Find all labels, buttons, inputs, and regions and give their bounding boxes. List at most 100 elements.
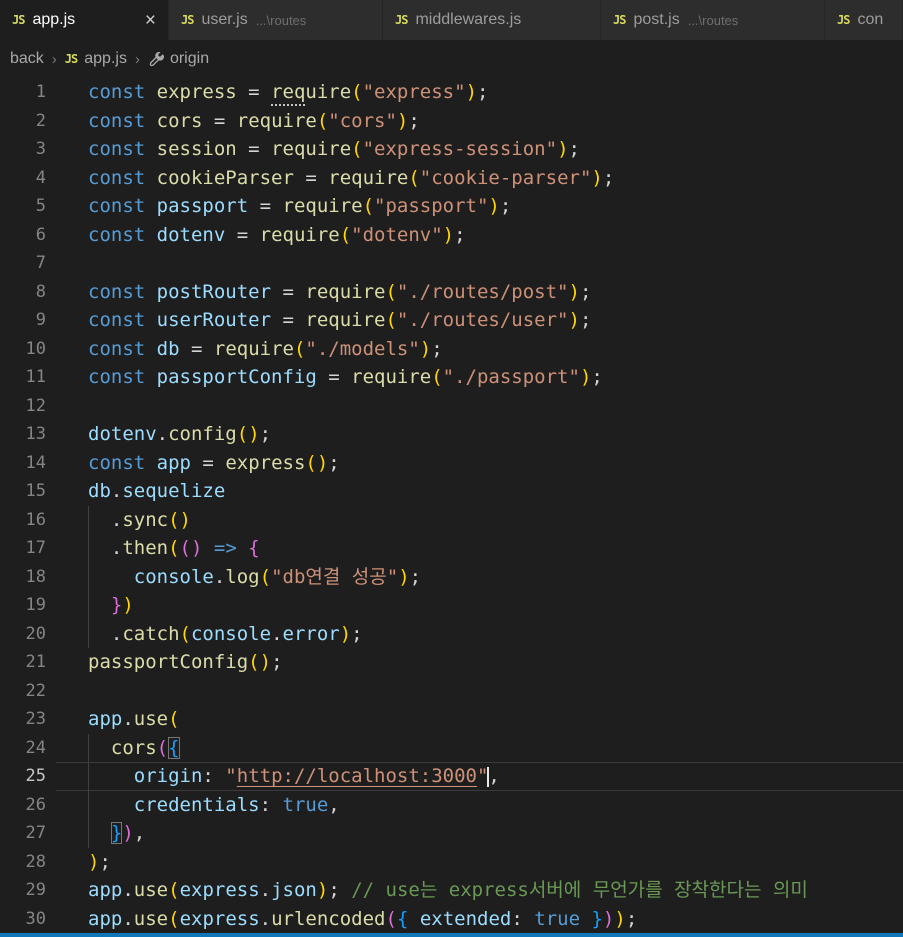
code-token: ) <box>579 366 592 388</box>
code-token: ; <box>431 337 443 360</box>
code-token: const <box>88 138 146 160</box>
code-token: ; <box>568 138 580 160</box>
breadcrumb-item-back[interactable]: back <box>10 50 44 68</box>
indent-guide <box>88 505 89 534</box>
code-line[interactable]: 9 const userRouter = require("./routes/us… <box>0 306 903 335</box>
code-token: ) <box>396 109 409 132</box>
code-token: = <box>190 451 226 474</box>
indent-guide <box>88 619 89 648</box>
code-token: . <box>122 907 134 930</box>
code-editor[interactable]: 1 const express = require("express"); 2 con… <box>0 78 903 933</box>
code-token: require <box>236 109 317 132</box>
code-token: . <box>259 879 272 901</box>
code-line[interactable]: 27 }), <box>0 819 903 848</box>
code-token: => <box>213 537 237 559</box>
code-token: "./routes/post" <box>396 280 569 303</box>
code-token: "db연결 성공" <box>271 565 399 588</box>
code-text: .then(() => { <box>46 534 260 563</box>
code-line[interactable]: 14 const app = express(); <box>0 449 903 478</box>
code-text: const session = require("express-session… <box>46 135 580 164</box>
close-icon[interactable]: × <box>131 11 156 30</box>
code-token: ) <box>614 907 626 930</box>
code-line[interactable]: 3 const session = require("express-sessio… <box>0 135 903 164</box>
tab-post-js[interactable]: JS post.js ...\routes <box>601 0 825 40</box>
code-line[interactable]: 5 const passport = require("passport"); <box>0 192 903 221</box>
code-token: extended <box>419 907 512 930</box>
code-line[interactable]: 29 app.use(express.json); // use는 express… <box>0 876 903 905</box>
code-line[interactable]: 18 console.log("db연결 성공"); <box>0 562 903 591</box>
line-number: 3 <box>35 139 46 159</box>
code-line[interactable]: 1 const express = require("express"); <box>0 78 903 107</box>
code-line[interactable]: 22 <box>0 677 903 706</box>
code-token: log <box>225 565 260 588</box>
code-line[interactable]: 26 credentials: true, <box>0 790 903 819</box>
code-line[interactable]: 12 <box>0 392 903 421</box>
tab-middlewares-js[interactable]: JS middlewares.js <box>383 0 601 40</box>
code-line[interactable]: 2 const cors = require("cors"); <box>0 107 903 136</box>
code-line[interactable]: 28); <box>0 848 903 877</box>
code-line[interactable]: 25 origin: "http://localhost:3000", <box>0 762 903 791</box>
code-line[interactable]: 7 <box>0 249 903 278</box>
tab-label: post.js <box>633 11 680 28</box>
code-token: ( <box>168 907 180 930</box>
code-token: . <box>110 480 123 502</box>
code-line[interactable]: 17 .then(() => { <box>0 534 903 563</box>
code-text: .catch(console.error); <box>46 620 363 649</box>
code-token: db <box>88 480 111 502</box>
js-file-icon: JS <box>395 13 408 27</box>
code-line[interactable]: 24 cors({ <box>0 733 903 762</box>
line-number: 24 <box>25 737 46 758</box>
line-number: 17 <box>25 538 46 558</box>
code-line[interactable]: 19 }) <box>0 591 903 620</box>
code-line[interactable]: 10 const db = require("./models"); <box>0 335 903 364</box>
code-token: ) <box>442 223 455 246</box>
code-token: req <box>271 81 306 106</box>
js-file-icon: JS <box>613 13 626 27</box>
line-number: 13 <box>25 424 46 444</box>
status-bar-top-border <box>0 933 903 937</box>
code-text: const db = require("./models"); <box>46 335 443 364</box>
code-line[interactable]: 11 const passportConfig = require("./pass… <box>0 363 903 392</box>
code-token: ( <box>293 337 306 360</box>
code-token: postRouter <box>156 280 272 303</box>
line-number: 12 <box>25 395 46 416</box>
breadcrumb-label: origin <box>169 50 210 67</box>
tab-con[interactable]: JS con <box>825 0 903 40</box>
tab-app-js[interactable]: JS app.js × <box>0 0 169 40</box>
breadcrumb-item-origin[interactable]: origin <box>148 50 209 68</box>
breadcrumb-item-app-js[interactable]: JS app.js <box>65 50 127 68</box>
code-line[interactable]: 15 db.sequelize <box>0 477 903 506</box>
code-line[interactable]: 20 .catch(console.error); <box>0 619 903 649</box>
code-token: ( <box>236 423 249 445</box>
tab-user-js[interactable]: JS user.js ...\routes <box>169 0 383 40</box>
indent-guide <box>88 790 89 819</box>
code-line[interactable]: 13 dotenv.config(); <box>0 420 903 449</box>
code-line[interactable]: 16 .sync() <box>0 505 903 534</box>
code-token: ) <box>602 907 615 930</box>
code-token: const <box>88 223 146 246</box>
code-line[interactable]: 23 app.use( <box>0 705 903 734</box>
code-text: origin: "http://localhost:3000", <box>46 762 500 791</box>
code-line[interactable]: 4 const cookieParser = require("cookie-pa… <box>0 164 903 193</box>
code-token: credentials <box>133 793 260 816</box>
code-token: , <box>133 822 146 844</box>
code-token: ( <box>179 622 191 645</box>
code-text: }), <box>46 819 145 848</box>
indent-guide <box>88 733 89 762</box>
code-line[interactable]: 8 const postRouter = require("./routes/po… <box>0 278 903 307</box>
code-line[interactable]: 21 passportConfig(); <box>0 648 903 677</box>
code-token: ( <box>168 537 180 559</box>
code-line[interactable]: 6 const dotenv = require("dotenv"); <box>0 221 903 250</box>
code-token: = <box>236 81 272 103</box>
code-token: , <box>488 765 500 787</box>
code-token: : <box>259 793 283 816</box>
tab-description: ...\routes <box>687 12 739 28</box>
line-number: 25 <box>25 766 46 786</box>
code-line[interactable]: 30 app.use(express.urlencoded({ extended:… <box>0 905 903 934</box>
code-token: console <box>190 622 272 645</box>
code-token: ) <box>259 651 272 673</box>
